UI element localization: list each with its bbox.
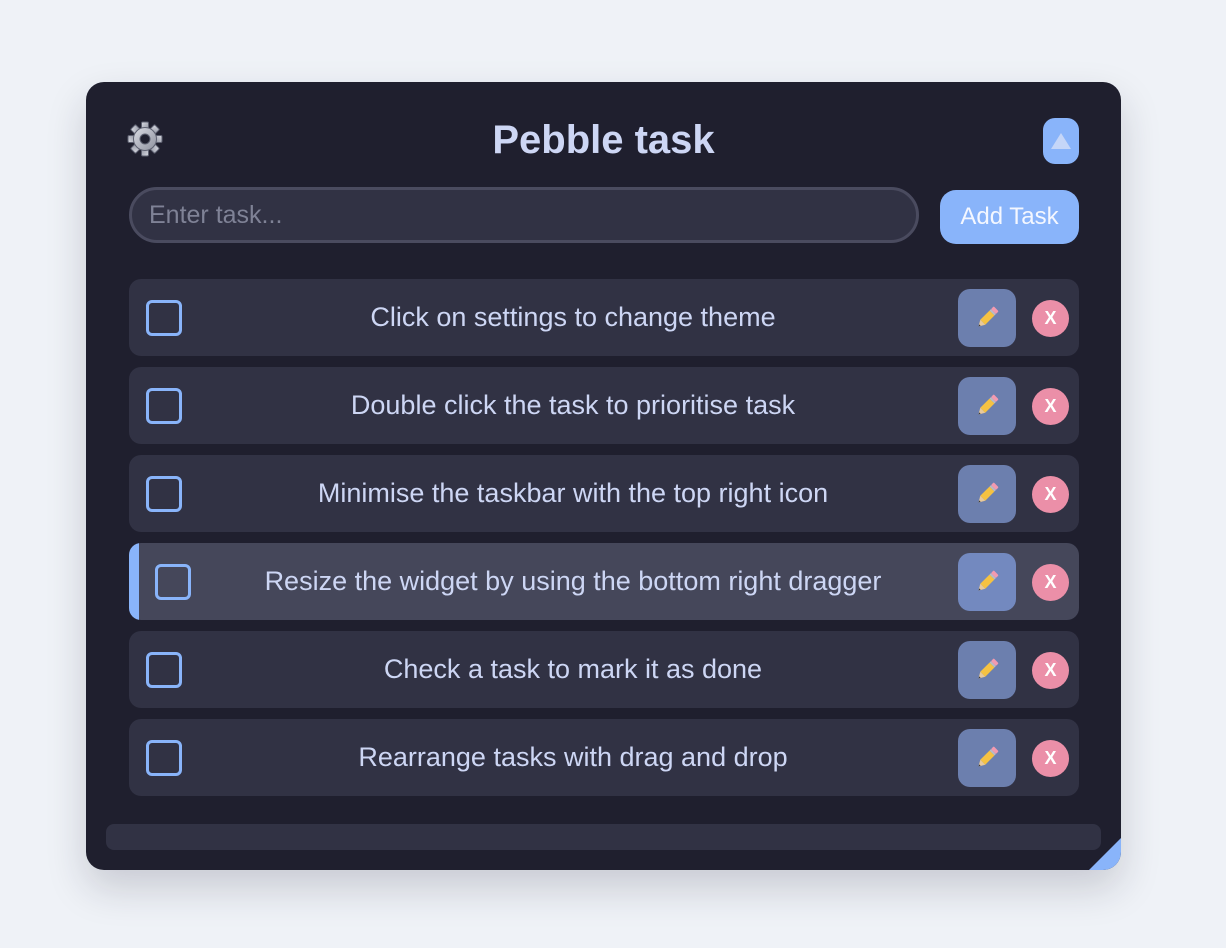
app-title: Pebble task <box>492 118 715 162</box>
task-checkbox[interactable] <box>146 300 182 336</box>
task-row[interactable]: Click on settings to change theme X <box>129 279 1079 356</box>
task-text[interactable]: Click on settings to change theme <box>199 279 947 356</box>
task-text[interactable]: Rearrange tasks with drag and drop <box>199 719 947 796</box>
minimize-button[interactable] <box>1043 118 1079 164</box>
priority-accent <box>129 543 139 620</box>
pencil-icon <box>958 567 1016 597</box>
add-task-button[interactable]: Add Task <box>940 190 1079 244</box>
task-input[interactable] <box>129 187 919 243</box>
edit-task-button[interactable] <box>958 641 1016 699</box>
delete-task-button[interactable]: X <box>1032 740 1069 777</box>
task-checkbox[interactable] <box>155 564 191 600</box>
edit-task-button[interactable] <box>958 377 1016 435</box>
pencil-icon <box>958 479 1016 509</box>
resize-handle[interactable] <box>1089 838 1121 870</box>
task-row[interactable]: Check a task to mark it as done X <box>129 631 1079 708</box>
edit-task-button[interactable] <box>958 553 1016 611</box>
edit-task-button[interactable] <box>958 465 1016 523</box>
widget-header: Pebble task <box>86 82 1121 200</box>
task-text[interactable]: Double click the task to prioritise task <box>199 367 947 444</box>
pencil-icon <box>958 391 1016 421</box>
task-text[interactable]: Check a task to mark it as done <box>199 631 947 708</box>
task-row[interactable]: Double click the task to prioritise task… <box>129 367 1079 444</box>
triangle-up-icon <box>1043 132 1079 150</box>
delete-task-button[interactable]: X <box>1032 564 1069 601</box>
delete-task-button[interactable]: X <box>1032 300 1069 337</box>
task-checkbox[interactable] <box>146 652 182 688</box>
task-row[interactable]: Minimise the taskbar with the top right … <box>129 455 1079 532</box>
delete-task-button[interactable]: X <box>1032 476 1069 513</box>
horizontal-scrollbar[interactable] <box>106 824 1101 850</box>
task-list: Click on settings to change theme X Doub… <box>129 279 1079 807</box>
delete-task-button[interactable]: X <box>1032 652 1069 689</box>
pencil-icon <box>958 743 1016 773</box>
pencil-icon <box>958 655 1016 685</box>
delete-task-button[interactable]: X <box>1032 388 1069 425</box>
pencil-icon <box>958 303 1016 333</box>
task-checkbox[interactable] <box>146 388 182 424</box>
task-row-prioritised[interactable]: Resize the widget by using the bottom ri… <box>129 543 1079 620</box>
edit-task-button[interactable] <box>958 729 1016 787</box>
task-text[interactable]: Resize the widget by using the bottom ri… <box>199 543 947 620</box>
edit-task-button[interactable] <box>958 289 1016 347</box>
task-checkbox[interactable] <box>146 740 182 776</box>
task-row[interactable]: Rearrange tasks with drag and drop X <box>129 719 1079 796</box>
task-checkbox[interactable] <box>146 476 182 512</box>
task-text[interactable]: Minimise the taskbar with the top right … <box>199 455 947 532</box>
task-widget: Pebble task Add Task Click on settings t… <box>86 82 1121 870</box>
